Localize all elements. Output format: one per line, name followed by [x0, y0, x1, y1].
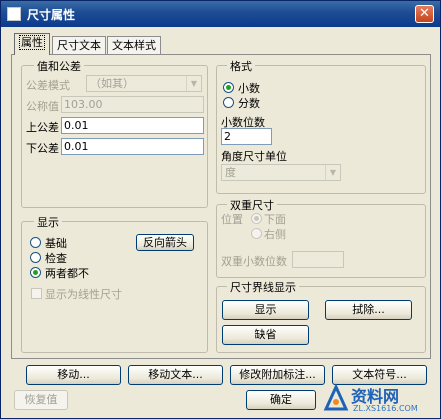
nominal-value-field: 103.00: [61, 96, 204, 113]
upper-tolerance-value: 0.01: [64, 119, 89, 132]
inspection-radio[interactable]: [30, 252, 41, 263]
neither-radio[interactable]: [30, 267, 41, 278]
modify-attach-button-label: 修改附加标注...: [239, 368, 316, 381]
tab-dimension-text-label: 尺寸文本: [57, 39, 101, 52]
basic-radio[interactable]: [30, 237, 41, 248]
lower-tolerance-label: 下公差: [26, 142, 59, 155]
neither-label: 两者都不: [45, 267, 89, 280]
flip-arrows-label: 反向箭头: [143, 236, 187, 249]
angle-unit-label: 角度尺寸单位: [221, 150, 287, 163]
window-icon: [7, 7, 21, 21]
window-title: 尺寸属性: [27, 8, 76, 22]
dual-below-label: 下面: [264, 213, 286, 226]
lower-tolerance-field[interactable]: 0.01: [61, 138, 204, 155]
tab-dimension-text[interactable]: 尺寸文本: [52, 36, 106, 54]
witness-erase-button[interactable]: 拭除...: [325, 300, 412, 320]
watermark-url: ZL.XS1616.COM: [353, 404, 418, 413]
dual-right-label: 右侧: [264, 228, 286, 241]
value-tolerance-title: 值和公差: [34, 58, 84, 74]
dual-right-radio: [251, 228, 262, 239]
move-text-button-label: 移动文本...: [148, 368, 203, 381]
move-button[interactable]: 移动...: [26, 365, 121, 385]
witness-default-label: 缺省: [254, 328, 277, 341]
tab-properties-label: 属性: [19, 35, 45, 50]
watermark-logo-icon: [323, 383, 349, 411]
dimension-properties-dialog: 尺寸属性 ✕ 属性 尺寸文本 文本样式 值和公差 公差模式 （如其） ▼ 公称值…: [0, 0, 441, 419]
chevron-down-icon: ▼: [325, 165, 340, 180]
watermark: 资料网 ZL.XS1616.COM: [323, 383, 439, 415]
nominal-value: 103.00: [64, 98, 103, 111]
display-title: 显示: [34, 214, 62, 230]
move-button-label: 移动...: [57, 368, 90, 381]
dual-position-label: 位置: [221, 213, 243, 226]
decimal-radio[interactable]: [223, 82, 234, 93]
modify-attach-button[interactable]: 修改附加标注...: [230, 365, 325, 385]
close-icon: ✕: [419, 6, 430, 21]
format-title: 格式: [227, 58, 255, 74]
tolerance-mode-select: （如其） ▼: [86, 75, 202, 92]
witness-show-label: 显示: [254, 303, 277, 316]
dual-decimal-places-field: [292, 251, 344, 268]
dual-below-radio: [251, 213, 262, 224]
text-symbol-button-label: 文本符号...: [352, 368, 407, 381]
show-linear-checkbox: [31, 288, 42, 299]
witness-default-button[interactable]: 缺省: [222, 325, 309, 345]
witness-line-title: 尺寸界线显示: [227, 279, 299, 295]
fraction-radio[interactable]: [223, 97, 234, 108]
ok-button[interactable]: 确定: [246, 390, 316, 410]
inspection-label: 检查: [45, 252, 67, 265]
move-text-button[interactable]: 移动文本...: [128, 365, 223, 385]
chevron-down-icon: ▼: [186, 76, 201, 91]
ok-button-label: 确定: [270, 393, 292, 406]
fraction-label: 分数: [238, 97, 260, 110]
tab-text-style[interactable]: 文本样式: [107, 36, 161, 54]
restore-values-button: 恢复值: [14, 390, 68, 410]
decimal-places-field[interactable]: 2: [221, 128, 272, 145]
witness-show-button[interactable]: 显示: [222, 300, 309, 320]
angle-unit-select: 度 ▼: [221, 164, 341, 181]
dual-decimal-places-label: 双重小数位数: [221, 255, 287, 268]
upper-tolerance-field[interactable]: 0.01: [61, 117, 204, 134]
witness-erase-label: 拭除...: [352, 303, 385, 316]
tab-properties[interactable]: 属性: [14, 33, 50, 55]
nominal-value-label: 公称值: [26, 100, 59, 113]
decimal-label: 小数: [238, 82, 260, 95]
lower-tolerance-value: 0.01: [64, 140, 89, 153]
upper-tolerance-label: 上公差: [26, 121, 59, 134]
angle-unit-value: 度: [225, 166, 236, 179]
basic-label: 基础: [45, 237, 67, 250]
tab-text-style-label: 文本样式: [112, 39, 156, 52]
tolerance-mode-label: 公差模式: [26, 79, 70, 92]
tolerance-mode-value: （如其）: [90, 77, 134, 90]
flip-arrows-button[interactable]: 反向箭头: [136, 234, 194, 251]
title-bar[interactable]: 尺寸属性 ✕: [1, 1, 440, 27]
restore-values-label: 恢复值: [24, 393, 58, 406]
decimal-places-value: 2: [224, 130, 231, 143]
show-linear-label: 显示为线性尺寸: [45, 288, 122, 301]
text-symbol-button[interactable]: 文本符号...: [332, 365, 427, 385]
close-button[interactable]: ✕: [415, 5, 434, 23]
